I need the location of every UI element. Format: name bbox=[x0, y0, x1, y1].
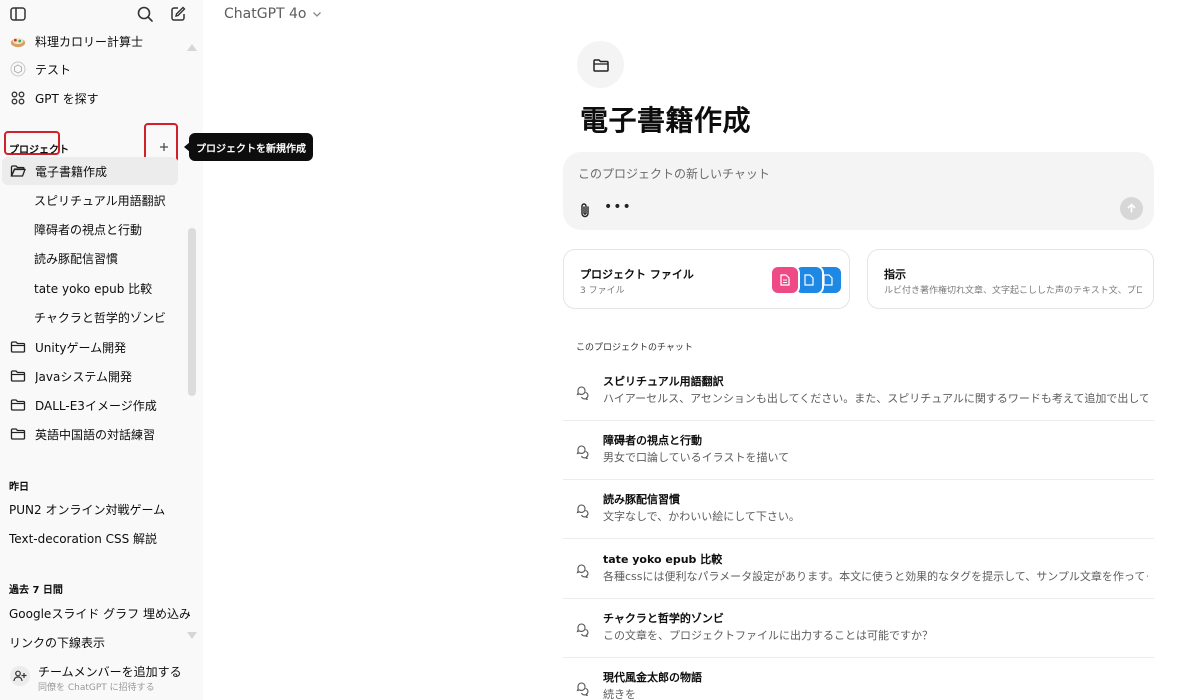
chat-title: 読み豚配信習慣 bbox=[603, 493, 680, 506]
instructions-title: 指示 bbox=[884, 268, 906, 281]
sidebar-project-label: DALL-E3イメージ作成 bbox=[35, 398, 157, 413]
document-icon bbox=[770, 265, 800, 295]
chat-title: スピリチュアル用語翻訳 bbox=[603, 375, 724, 388]
chat-bubble-icon bbox=[574, 385, 590, 401]
sidebar-history-label: Googleスライド グラフ 埋め込み bbox=[9, 606, 190, 621]
sidebar-history-label: PUN2 オンライン対戦ゲーム bbox=[9, 502, 166, 517]
chat-snippet: ハイアーセルス、アセンションも出してください。また、スピリチュアルに関するワード… bbox=[603, 392, 1148, 405]
sidebar-project-label: 英語中国語の対話練習 bbox=[35, 427, 156, 442]
model-selector[interactable]: ChatGPT 4o bbox=[224, 6, 322, 22]
sidebar-history-item[interactable]: PUN2 オンライン対戦ゲーム bbox=[0, 495, 190, 523]
team-title: チームメンバーを追加する bbox=[38, 665, 182, 679]
sidebar-project[interactable]: Javaシステム開発 bbox=[0, 362, 190, 390]
sidebar-chat-label: tate yoko epub 比較 bbox=[34, 281, 153, 296]
more-options-icon[interactable]: ••• bbox=[604, 199, 632, 215]
chat-bubble-icon bbox=[574, 681, 590, 697]
send-button[interactable] bbox=[1120, 197, 1143, 220]
section-yesterday: 昨日 bbox=[9, 482, 29, 493]
attach-icon[interactable] bbox=[576, 201, 594, 219]
project-chat-item[interactable]: 障碍者の視点と行動 男女で口論しているイラストを描いて bbox=[563, 421, 1154, 480]
chevron-down-icon bbox=[312, 6, 322, 22]
section-last-7-days: 過去 7 日間 bbox=[9, 585, 63, 596]
sidebar-history-item[interactable]: Googleスライド グラフ 埋め込み bbox=[0, 599, 190, 627]
sidebar-project-active[interactable]: 電子書籍作成 bbox=[2, 157, 178, 185]
new-project-tooltip: プロジェクトを新規作成 bbox=[184, 133, 313, 161]
instructions-card[interactable]: 指示 ルビ付き著作権切れ文章、文字起こしした声のテキスト文、プロ... bbox=[867, 249, 1154, 309]
sidebar-explore-gpts[interactable]: GPT を探す bbox=[0, 84, 190, 112]
sidebar-project-chat[interactable]: チャクラと哲学的ゾンビ bbox=[0, 303, 190, 331]
sidebar-gpt-test[interactable]: テスト bbox=[0, 55, 190, 83]
sidebar-history-label: リンクの下線表示 bbox=[9, 635, 106, 650]
sidebar: 料理カロリー計算士 テスト GPT を探す プロジェクト 電子書籍作成 スピリチ… bbox=[0, 0, 203, 700]
sidebar-chat-label: 読み豚配信習慣 bbox=[34, 251, 119, 266]
chat-title: 障碍者の視点と行動 bbox=[603, 434, 702, 447]
chat-snippet: 各種cssには便利なパラメータ設定があります。本文に使うと効果的なタグを提示して… bbox=[603, 570, 1148, 583]
folder-icon bbox=[10, 368, 26, 384]
sidebar-project[interactable]: Unityゲーム開発 bbox=[0, 333, 190, 361]
sidebar-project[interactable]: 英語中国語の対話練習 bbox=[0, 420, 190, 448]
chat-title: チャクラと哲学的ゾンビ bbox=[603, 612, 724, 625]
sidebar-header bbox=[0, 0, 203, 28]
folder-icon bbox=[10, 397, 26, 413]
project-chats-heading: このプロジェクトのチャット bbox=[576, 343, 693, 353]
calorie-gpt-avatar-icon bbox=[10, 33, 26, 49]
project-files-count: 3 ファイル bbox=[580, 286, 625, 296]
composer[interactable]: このプロジェクトの新しいチャット ••• bbox=[563, 152, 1154, 230]
project-chat-item[interactable]: 現代風金太郎の物語 続きを bbox=[563, 658, 1154, 700]
sidebar-chat-label: スピリチュアル用語翻訳 bbox=[34, 193, 166, 208]
sidebar-chat-label: 障碍者の視点と行動 bbox=[34, 222, 143, 237]
project-chat-item[interactable]: 読み豚配信習慣 文字なしで、かわいい絵にして下さい。 bbox=[563, 480, 1154, 539]
sidebar-gpt-label: GPT を探す bbox=[35, 91, 99, 106]
chat-snippet: この文章を、プロジェクトファイルに出力することは可能ですか？ bbox=[603, 629, 933, 642]
sidebar-history-item[interactable]: Text-decoration CSS 解説 bbox=[0, 524, 190, 552]
chat-bubble-icon bbox=[574, 503, 590, 519]
chat-snippet: 男女で口論しているイラストを描いて bbox=[603, 451, 790, 464]
projects-section-label: プロジェクト bbox=[9, 145, 69, 156]
sidebar-project-label: Unityゲーム開発 bbox=[35, 340, 127, 355]
chat-snippet: 続きを bbox=[603, 688, 636, 700]
chat-title: 現代風金太郎の物語 bbox=[603, 671, 702, 684]
folder-open-icon bbox=[10, 163, 26, 179]
sidebar-gpt-label: テスト bbox=[35, 62, 72, 77]
sidebar-project-chat[interactable]: 障碍者の視点と行動 bbox=[0, 215, 190, 243]
project-files-card[interactable]: プロジェクト ファイル 3 ファイル bbox=[563, 249, 850, 309]
project-chat-item[interactable]: スピリチュアル用語翻訳 ハイアーセルス、アセンションも出してください。また、スピ… bbox=[563, 362, 1154, 421]
sidebar-project[interactable]: DALL-E3イメージ作成 bbox=[0, 391, 190, 419]
project-title: 電子書籍作成 bbox=[580, 104, 752, 137]
team-subtitle: 同僚を ChatGPT に招待する bbox=[38, 683, 155, 693]
chat-title: tate yoko epub 比較 bbox=[603, 553, 723, 566]
search-icon[interactable] bbox=[135, 4, 155, 24]
sidebar-project-chat[interactable]: スピリチュアル用語翻訳 bbox=[0, 186, 190, 214]
add-people-icon bbox=[10, 666, 30, 686]
add-team-members-button[interactable]: チームメンバーを追加する 同僚を ChatGPT に招待する bbox=[0, 656, 203, 700]
sidebar-toggle-icon[interactable] bbox=[8, 4, 28, 24]
folder-icon bbox=[10, 426, 26, 442]
project-chat-item[interactable]: チャクラと哲学的ゾンビ この文章を、プロジェクトファイルに出力することは可能です… bbox=[563, 599, 1154, 658]
project-chat-item[interactable]: tate yoko epub 比較 各種cssには便利なパラメータ設定があります… bbox=[563, 540, 1154, 599]
sidebar-project-chat[interactable]: 読み豚配信習慣 bbox=[0, 244, 190, 272]
sidebar-gpt-calorie[interactable]: 料理カロリー計算士 bbox=[0, 27, 190, 55]
sidebar-history-item[interactable]: リンクの下線表示 bbox=[0, 628, 190, 656]
chat-bubble-icon bbox=[574, 622, 590, 638]
grid-icon bbox=[10, 90, 26, 106]
sidebar-gpt-label: 料理カロリー計算士 bbox=[35, 34, 144, 49]
sidebar-project-label: Javaシステム開発 bbox=[35, 369, 132, 384]
instructions-preview: ルビ付き著作権切れ文章、文字起こしした声のテキスト文、プロ... bbox=[884, 286, 1142, 296]
sidebar-project-chat[interactable]: tate yoko epub 比較 bbox=[0, 274, 190, 302]
sidebar-project-label: 電子書籍作成 bbox=[35, 164, 108, 179]
sidebar-chat-label: チャクラと哲学的ゾンビ bbox=[34, 310, 166, 325]
folder-icon bbox=[10, 339, 26, 355]
new-chat-icon[interactable] bbox=[168, 4, 188, 24]
project-folder-icon bbox=[577, 41, 624, 88]
chat-snippet: 文字なしで、かわいい絵にして下さい。 bbox=[603, 510, 800, 523]
model-name: ChatGPT 4o bbox=[224, 6, 307, 22]
sidebar-history-label: Text-decoration CSS 解説 bbox=[9, 531, 158, 546]
project-files-title: プロジェクト ファイル bbox=[580, 268, 694, 281]
cube-icon bbox=[10, 61, 26, 77]
composer-input[interactable]: このプロジェクトの新しいチャット bbox=[578, 165, 770, 182]
chat-bubble-icon bbox=[574, 444, 590, 460]
chat-bubble-icon bbox=[574, 563, 590, 579]
app: 料理カロリー計算士 テスト GPT を探す プロジェクト 電子書籍作成 スピリチ… bbox=[0, 0, 1200, 700]
